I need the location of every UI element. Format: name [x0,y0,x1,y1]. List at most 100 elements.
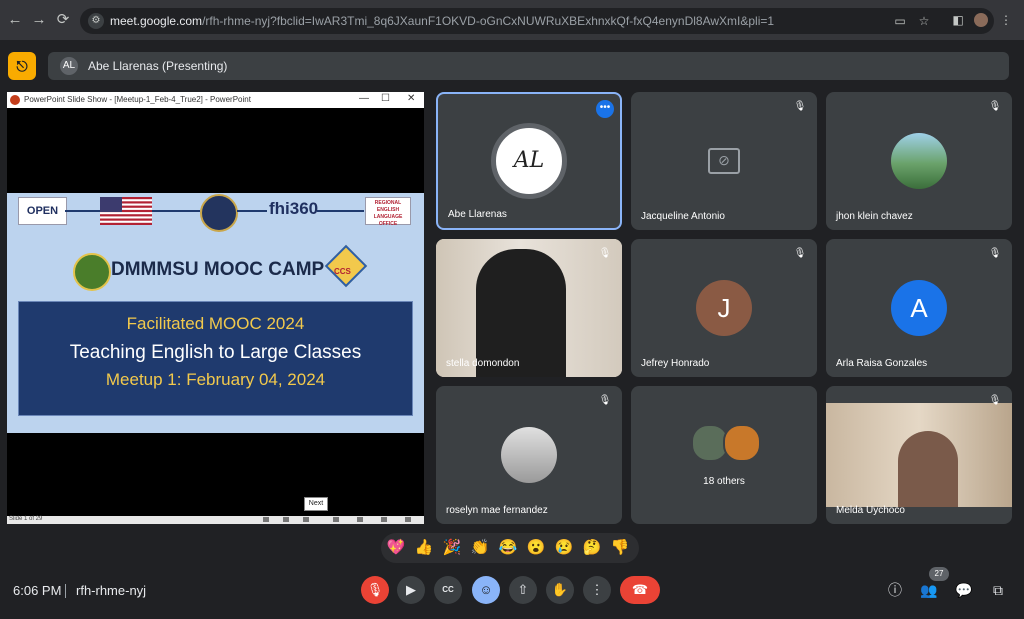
participant-avatar: J [696,280,752,336]
hand-icon: ✋ [551,582,569,597]
slide-line-2: Teaching English to Large Classes [69,342,362,363]
logo-divider [237,210,267,212]
participant-name: Arla Raisa Gonzales [836,358,928,369]
open-logo: OPEN [18,197,67,225]
sad-reaction-icon[interactable]: 😢 [554,538,574,558]
address-bar[interactable]: ⚙ meet.google.com/rfh-rhme-nyj?fbclid=Iw… [80,8,994,34]
chat-icon[interactable]: 💬 [954,580,974,600]
party-reaction-icon[interactable]: 🎉 [442,538,462,558]
emoji-reactions-button[interactable]: ☺ [472,576,500,604]
mic-muted-icon: 🎙 [598,248,612,259]
mic-muted-icon: 🎙 [793,101,807,112]
exit-presentation-button[interactable]: ⎋ [8,52,36,80]
present-screen-button[interactable]: ⇧ [509,576,537,604]
powerpoint-titlebar: PowerPoint Slide Show - [Meetup-1_Feb-4_… [7,92,424,108]
participant-tile[interactable]: 🎙 J Jefrey Honrado [631,239,817,377]
url-text: meet.google.com/rfh-rhme-nyj?fbclid=IwAR… [110,14,775,28]
slide-title-panel: Facilitated MOOC 2024 Teaching English t… [18,301,413,416]
participant-photo [891,133,947,189]
meeting-info-icon[interactable]: ⓘ [885,580,905,600]
more-options-button[interactable]: ⋮ [583,576,611,604]
participant-tile[interactable]: 🎙 Melda Uychoco [826,386,1012,524]
camera-permission-icon[interactable]: ▭ [892,14,908,28]
others-tile[interactable]: 18 others [631,386,817,524]
participant-tile[interactable]: 🎙 stella domondon [436,239,622,377]
state-department-seal [200,194,238,232]
microphone-toggle-button[interactable]: 🎙 [361,576,389,604]
minimize-icon[interactable]: — [359,93,369,104]
video-person [898,431,958,507]
participant-count-badge: 27 [929,567,949,581]
participant-tile[interactable]: ••• AL Abe Llarenas [436,92,622,230]
back-icon[interactable]: ← [6,11,24,29]
ccs-label: CCS [334,267,351,276]
forward-icon[interactable]: → [30,11,48,29]
powerpoint-icon [10,95,20,105]
presentation-slide: OPEN fhi360 REGIONAL ENGLISH LANGUAGE OF… [7,193,424,433]
surprised-reaction-icon[interactable]: 😮 [526,538,546,558]
people-icon[interactable]: 👥 [919,580,939,600]
profile-avatar[interactable] [974,13,988,27]
thinking-reaction-icon[interactable]: 🤔 [582,538,602,558]
maximize-icon[interactable]: ☐ [381,93,390,104]
leave-call-button[interactable]: ☎ [620,576,660,604]
reload-icon[interactable]: ⟳ [54,11,72,29]
previous-slide-icon[interactable] [263,517,269,522]
us-flag-icon [100,197,152,225]
participant-avatar: AL [491,123,567,199]
thumbs-up-reaction-icon[interactable]: 👍 [414,538,434,558]
captions-button[interactable]: CC [434,576,462,604]
slide-grid-icon[interactable] [283,517,289,522]
others-count: 18 others [703,476,745,487]
present-icon: ⇧ [517,582,529,597]
mic-muted-icon: 🎙 [793,248,807,259]
heart-reaction-icon[interactable]: 💖 [386,538,406,558]
site-info-icon[interactable]: ⚙ [88,13,104,29]
participant-name: stella domondon [446,358,520,369]
participant-tile[interactable]: 🎙 A Arla Raisa Gonzales [826,239,1012,377]
footer-divider [65,584,66,598]
slide-line-1: Facilitated MOOC 2024 [126,314,305,333]
participant-tile[interactable]: 🎙 roselyn mae fernandez [436,386,622,524]
meeting-code: rfh-rhme-nyj [76,583,147,598]
participant-name: Jefrey Honrado [641,358,710,369]
participant-name: roselyn mae fernandez [446,505,548,516]
more-options-icon[interactable]: ••• [596,100,614,118]
camp-title: DMMMSU MOOC CAMP [111,259,325,280]
activities-icon[interactable]: ⧉ [988,580,1008,600]
mic-off-icon: 🎙 [366,582,384,597]
camera-toggle-button[interactable]: ▶ [397,576,425,604]
thumbs-down-reaction-icon[interactable]: 👎 [610,538,630,558]
side-panel-icon[interactable]: ◧ [950,13,966,27]
logo-divider [65,210,100,212]
close-icon[interactable]: ✕ [407,93,415,104]
slideshow-view-icon[interactable] [405,517,411,522]
mic-muted-icon: 🎙 [988,101,1002,112]
next-tooltip: Next [304,497,328,511]
browser-menu-icon[interactable]: ⋮ [998,13,1014,27]
presenter-avatar-icon: AL [60,57,78,75]
participant-tile[interactable]: 🎙 ⊘ Jacqueline Antonio [631,92,817,230]
clap-reaction-icon[interactable]: 👏 [470,538,490,558]
presenting-label: Abe Llarenas (Presenting) [88,59,228,73]
hang-up-icon: ☎ [631,582,649,597]
sorter-view-icon[interactable] [357,517,363,522]
normal-view-icon[interactable] [333,517,339,522]
participant-tile[interactable]: 🎙 jhon klein chavez [826,92,1012,230]
bookmark-star-icon[interactable]: ☆ [916,14,932,28]
captions-icon: CC [442,585,454,594]
participant-name: Melda Uychoco [836,505,905,516]
next-slide-icon[interactable] [303,517,309,522]
presenting-banner: AL Abe Llarenas (Presenting) [48,52,1009,80]
slide-counter: Slide 1 of 29 [9,516,43,522]
mic-muted-icon: 🎙 [988,248,1002,259]
laugh-reaction-icon[interactable]: 😂 [498,538,518,558]
reading-view-icon[interactable] [381,517,387,522]
door-icon: ⎋ [16,58,28,74]
fhi360-logo: fhi360 [269,199,319,218]
participant-thumbnail [723,424,761,462]
participant-name: Jacqueline Antonio [641,211,725,222]
mic-muted-icon: 🎙 [598,395,612,406]
raise-hand-button[interactable]: ✋ [546,576,574,604]
participant-name: Abe Llarenas [448,209,507,220]
